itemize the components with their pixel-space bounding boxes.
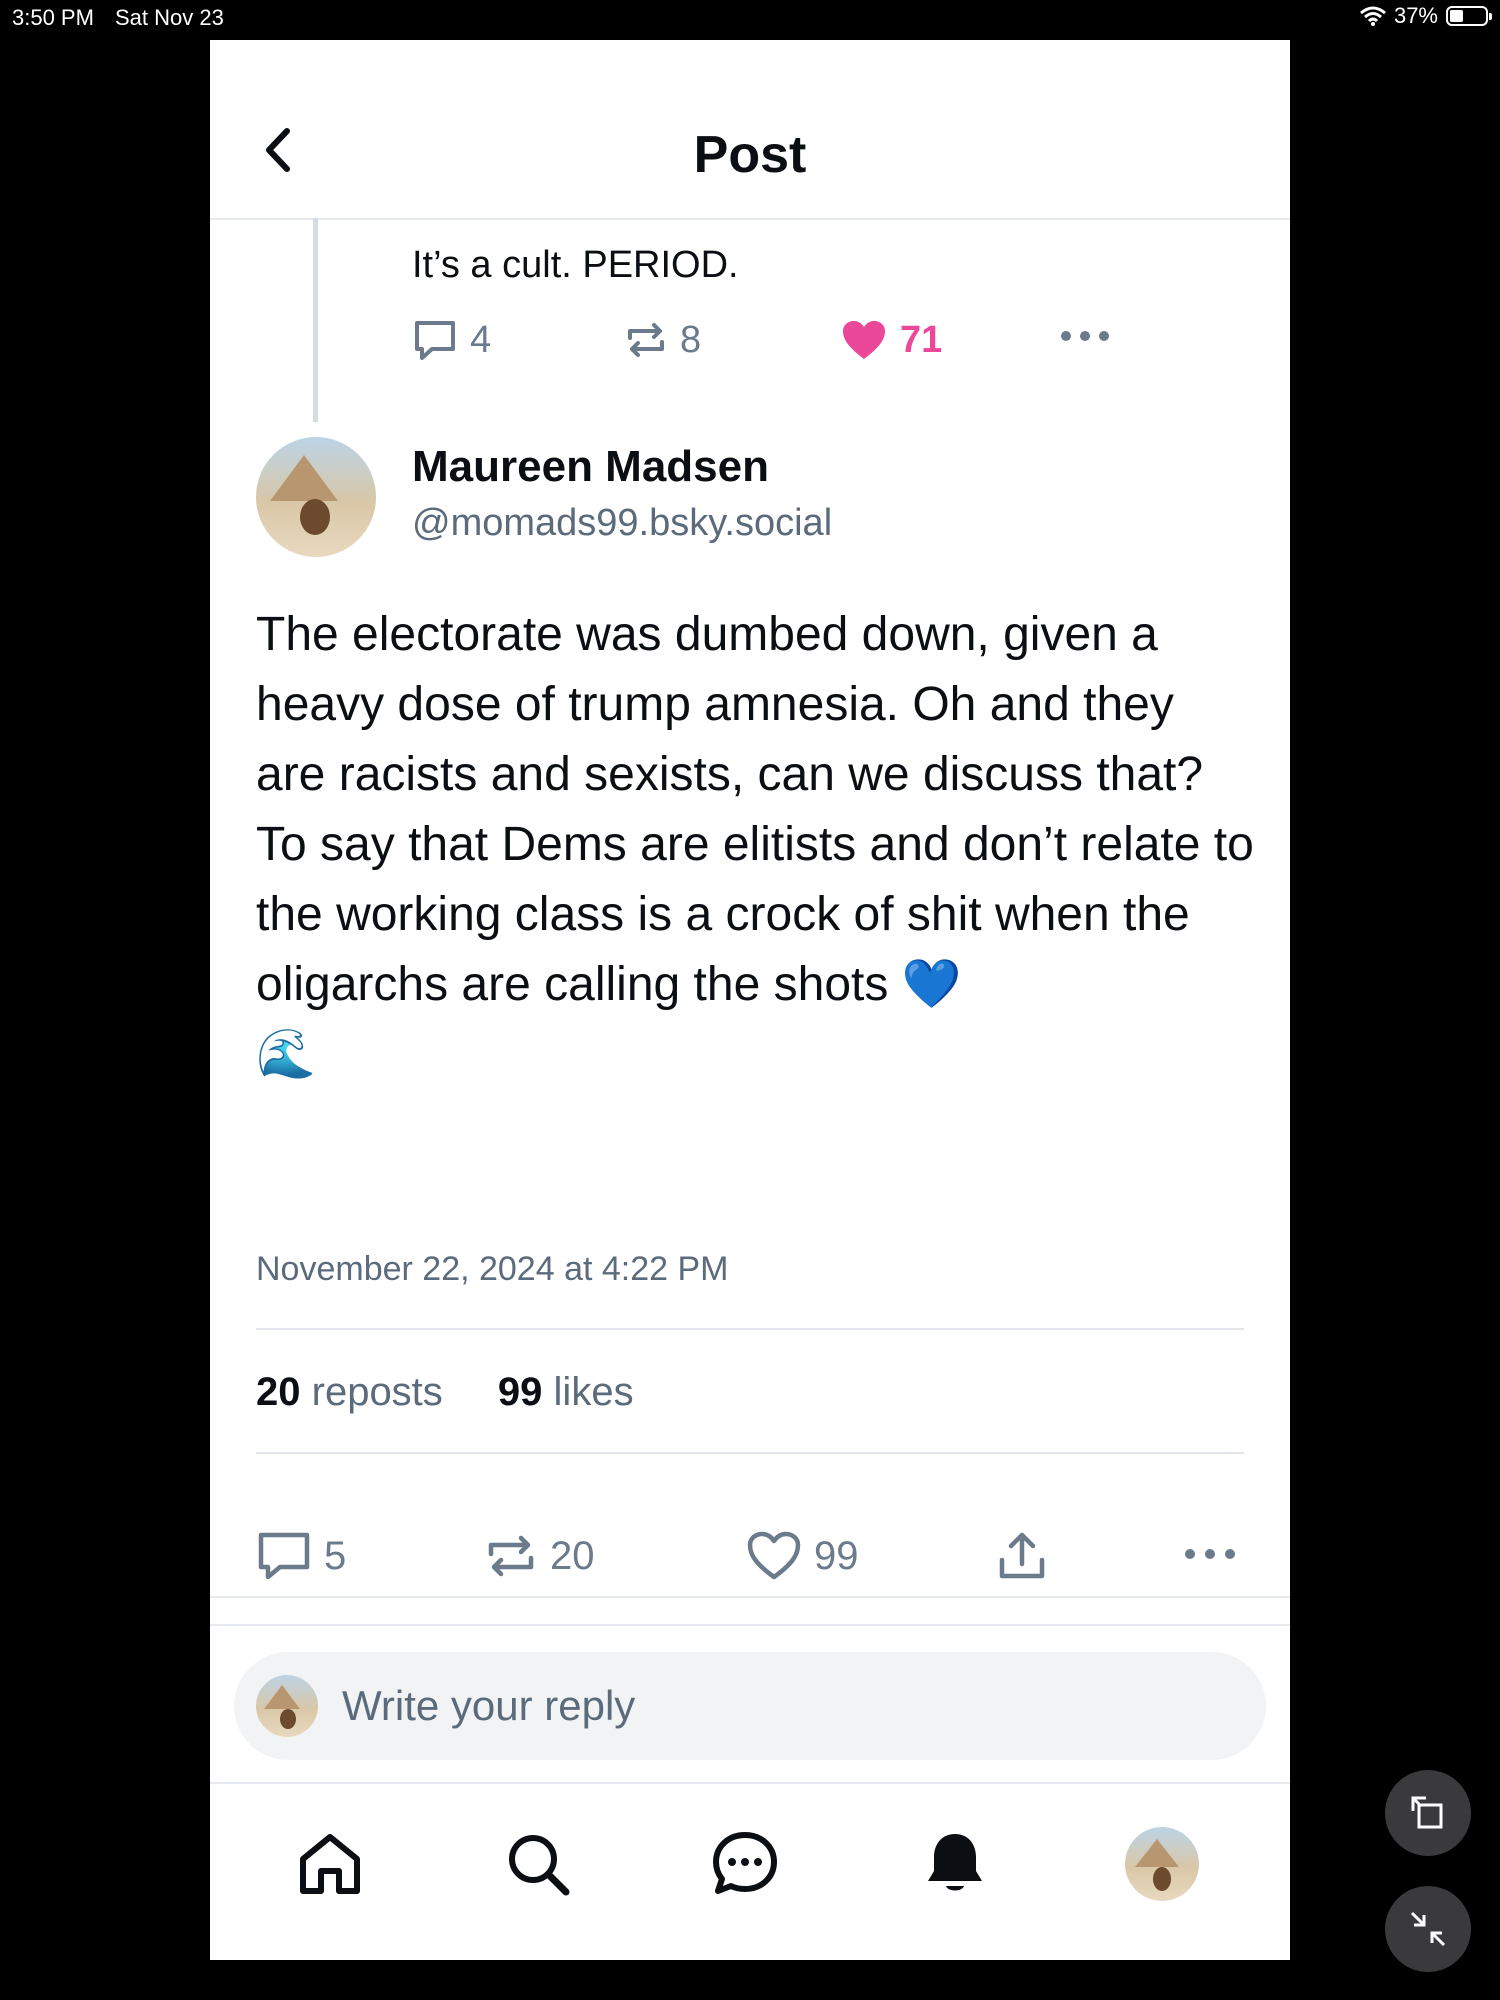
parent-post-actions: 4 8 71 <box>412 318 1112 378</box>
more-icon <box>1185 1549 1235 1559</box>
post-actions: 5 20 99 <box>256 1530 1244 1600</box>
divider <box>256 1328 1244 1330</box>
nav-chat[interactable] <box>705 1824 785 1904</box>
reposts-label: reposts <box>311 1370 443 1414</box>
more-button[interactable] <box>1184 1544 1236 1564</box>
parent-like-count: 71 <box>900 318 943 361</box>
parent-reply-button[interactable]: 4 <box>412 318 491 362</box>
page-title: Post <box>693 126 807 184</box>
repost-button[interactable]: 20 <box>484 1530 595 1582</box>
battery-percent: 37% <box>1393 3 1438 28</box>
author-name[interactable]: Maureen Madsen <box>412 442 769 492</box>
repost-icon <box>628 323 664 357</box>
minimize-icon <box>1410 1911 1446 1947</box>
bell-icon <box>928 1834 982 1891</box>
reposts-count: 20 <box>256 1370 301 1414</box>
more-icon <box>1061 331 1109 341</box>
wifi-icon <box>1359 6 1386 26</box>
avatar-person <box>300 499 330 535</box>
status-bar: 3:50 PM Sat Nov 23 37% <box>0 0 1500 36</box>
divider <box>210 1596 1290 1598</box>
post-body: The electorate was dumbed down, given a … <box>256 608 1254 1081</box>
reply-input[interactable]: Write your reply <box>234 1652 1266 1760</box>
divider <box>256 1452 1244 1454</box>
share-icon <box>999 1532 1045 1579</box>
chat-icon <box>713 1832 777 1894</box>
post-timestamp: November 22, 2024 at 4:22 PM <box>256 1250 729 1288</box>
avatar[interactable] <box>256 437 376 557</box>
parent-repost-count: 8 <box>680 318 702 361</box>
post-screen: Post It’s a cult. PERIOD. 4 8 71 Maureen… <box>210 40 1290 1960</box>
header: Post <box>210 40 1290 220</box>
home-icon <box>300 1834 360 1894</box>
avatar-pyramid <box>1135 1839 1179 1867</box>
parent-more-button[interactable] <box>1060 326 1110 346</box>
share-button[interactable] <box>996 1530 1048 1582</box>
avatar <box>256 1675 318 1737</box>
status-indicators: 37% <box>1359 3 1492 29</box>
reply-button[interactable]: 5 <box>256 1530 346 1582</box>
parent-like-button[interactable]: 71 <box>840 318 942 362</box>
likes-count: 99 <box>497 1370 543 1414</box>
search-icon <box>509 1835 570 1896</box>
likes-stat[interactable]: 99 likes <box>498 1370 634 1414</box>
nav-profile[interactable] <box>1122 1824 1202 1904</box>
rotate-icon <box>1411 1796 1443 1829</box>
reply-count: 5 <box>324 1533 347 1578</box>
divider <box>210 1624 1290 1626</box>
likes-label: likes <box>553 1370 634 1414</box>
status-date: Sat Nov 23 <box>115 5 224 30</box>
heart-outline-icon <box>747 1531 801 1580</box>
author-handle[interactable]: @momads99.bsky.social <box>412 502 832 545</box>
minimize-button[interactable] <box>1385 1886 1471 1972</box>
avatar-pyramid <box>270 455 338 501</box>
parent-reply-count: 4 <box>470 318 492 361</box>
post-stats: 20 reposts 99 likes <box>256 1370 634 1415</box>
nav-home[interactable] <box>290 1824 370 1904</box>
battery-icon <box>1446 6 1492 26</box>
parent-repost-button[interactable]: 8 <box>624 318 701 362</box>
parent-post-text: It’s a cult. PERIOD. <box>412 244 739 286</box>
thread-line <box>313 218 318 422</box>
status-time: 3:50 PM <box>12 5 94 30</box>
comment-icon <box>258 1532 310 1580</box>
avatar-person <box>1153 1867 1171 1891</box>
nav-notifications[interactable] <box>915 1824 995 1904</box>
like-count: 99 <box>814 1533 859 1578</box>
reposts-stat[interactable]: 20 reposts <box>256 1370 443 1414</box>
battery-level <box>1450 10 1463 22</box>
like-button[interactable]: 99 <box>746 1530 859 1582</box>
heart-filled-icon <box>843 321 885 359</box>
nav-search[interactable] <box>498 1824 578 1904</box>
avatar-pyramid <box>264 1685 300 1709</box>
rotate-button[interactable] <box>1385 1770 1471 1856</box>
repost-icon <box>488 1535 534 1577</box>
profile-avatar <box>1125 1827 1199 1901</box>
bottom-nav <box>210 1782 1290 1960</box>
reply-placeholder: Write your reply <box>342 1682 636 1729</box>
repost-count: 20 <box>550 1533 595 1578</box>
comment-icon <box>415 321 455 360</box>
avatar-person <box>280 1709 296 1729</box>
